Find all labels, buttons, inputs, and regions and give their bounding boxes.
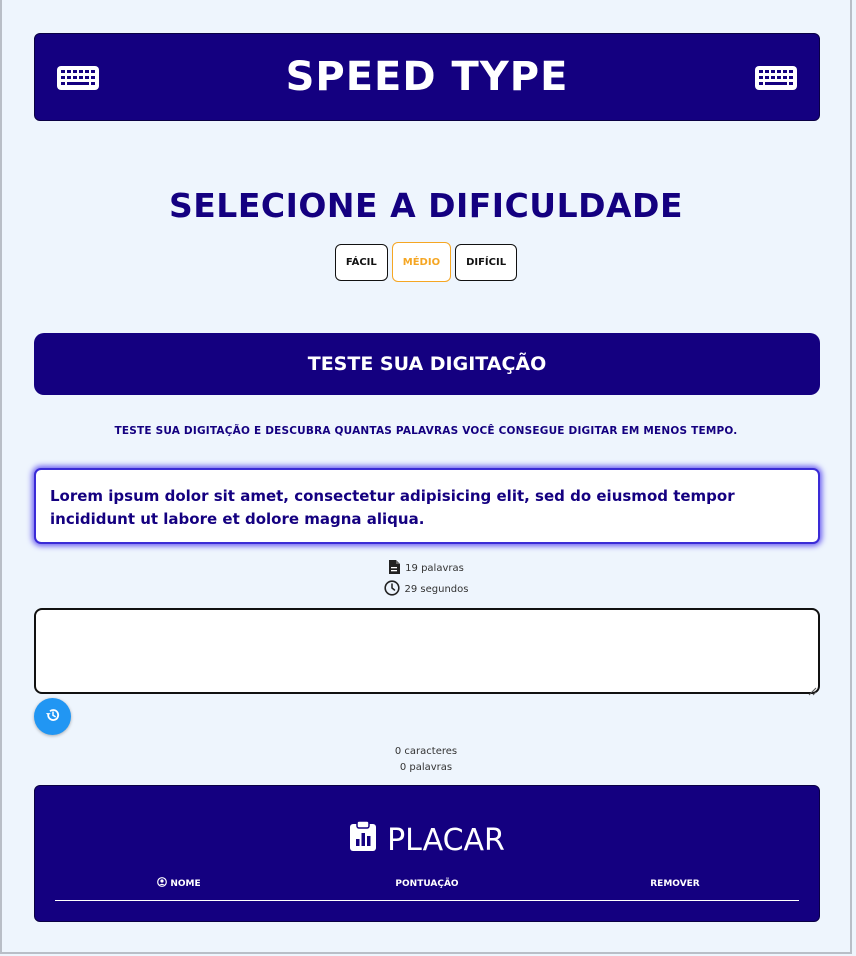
difficulty-easy-button[interactable]: FÁCIL [334,243,388,281]
difficulty-selector: FÁCIL MÉDIO DIFÍCIL [0,242,852,282]
scoreboard: PLACAR NOME PONTUAÇÃO REMOVER [34,785,820,922]
user-circle-icon [157,877,168,890]
column-remove: REMOVER [551,877,799,890]
column-remove-label: REMOVER [650,878,700,889]
test-subtitle: TESTE SUA DIGITAÇÃO E DESCUBRA QUANTAS P… [114,425,738,437]
scoreboard-header: NOME PONTUAÇÃO REMOVER [55,877,799,890]
reset-button[interactable] [34,698,71,735]
app-title: SPEED TYPE [285,54,569,100]
keyboard-icon [56,65,100,95]
difficulty-medium-button[interactable]: MÉDIO [391,242,452,282]
typing-input[interactable] [34,608,820,694]
word-count-info: 19 palavras [0,560,852,577]
word-count-label: 19 palavras [405,563,464,574]
keyboard-icon [754,65,798,95]
clipboard-chart-icon [349,820,377,860]
quote-text: Lorem ipsum dolor sit amet, consectetur … [34,468,820,544]
clock-icon [383,580,400,599]
column-name-label: NOME [170,878,201,889]
history-icon [45,707,61,727]
scoreboard-title: PLACAR [387,822,505,858]
scoreboard-divider [55,900,799,901]
column-name: NOME [55,877,303,890]
test-banner-title: TESTE SUA DIGITAÇÃO [307,353,547,375]
time-info: 29 segundos [0,580,852,599]
time-label: 29 segundos [404,584,469,595]
scoreboard-title-row: PLACAR [35,820,819,860]
difficulty-title: SELECIONE A DIFICULDADE [168,186,683,225]
resize-handle-icon[interactable] [808,681,817,700]
character-counter: 0 caracteres [394,746,458,757]
column-score: PONTUAÇÃO [303,877,551,890]
test-banner: TESTE SUA DIGITAÇÃO [34,333,820,395]
difficulty-hard-button[interactable]: DIFÍCIL [455,243,518,281]
word-counter: 0 palavras [399,762,453,773]
app-header: SPEED TYPE [34,33,820,121]
column-score-label: PONTUAÇÃO [395,878,459,889]
document-icon [388,560,401,577]
